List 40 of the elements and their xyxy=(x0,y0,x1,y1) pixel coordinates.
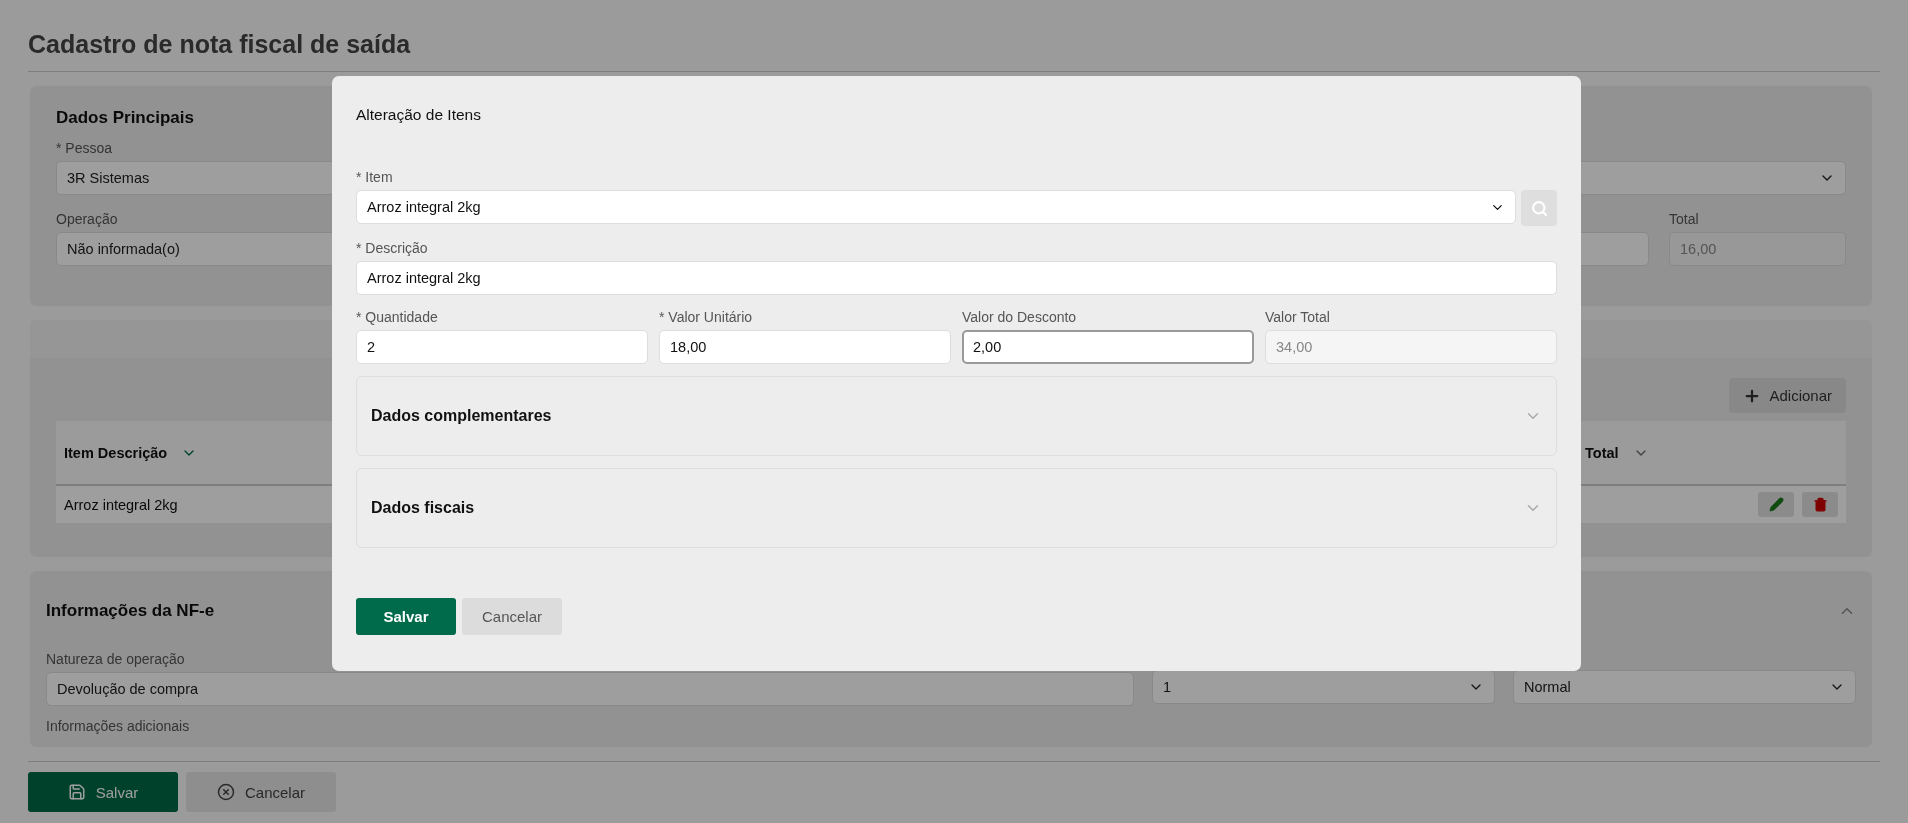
close-icon xyxy=(217,783,235,801)
page-title: Cadastro de nota fiscal de saída xyxy=(28,0,1880,72)
field-label: * Descrição xyxy=(356,240,429,256)
save-button[interactable]: Salvar xyxy=(356,598,456,635)
input-field[interactable]: 18,00 xyxy=(659,330,951,364)
edit-button[interactable] xyxy=(1758,492,1794,517)
input-field[interactable]: 2,00 xyxy=(962,330,1254,364)
field-label: * Valor Unitário xyxy=(659,309,754,325)
save-button[interactable]: Salvar xyxy=(28,772,178,812)
trash-icon xyxy=(1812,497,1828,512)
cancel-button[interactable]: Cancelar xyxy=(186,772,336,812)
field-label: Informações adicionais xyxy=(46,718,191,734)
field-label: Valor do Desconto xyxy=(962,309,1078,325)
save-icon xyxy=(67,783,86,801)
select-field[interactable]: Normal xyxy=(1513,670,1856,704)
pencil-icon xyxy=(1768,497,1784,512)
section-title: Informações da NF-e xyxy=(46,601,215,621)
table-cell: Arroz integral 2kg xyxy=(64,496,178,513)
field-label: * Item xyxy=(356,169,394,185)
select-field[interactable]: 1 xyxy=(1152,670,1495,704)
accordion-header[interactable]: Dados fiscais xyxy=(356,468,1557,548)
select-field[interactable]: Arroz integral 2kg xyxy=(356,190,1516,224)
input-field[interactable]: Devolução de compra xyxy=(46,672,1134,706)
input-field[interactable]: 2 xyxy=(356,330,648,364)
field-label: Total xyxy=(1669,211,1700,227)
accordion-header[interactable]: Dados complementares xyxy=(356,376,1557,456)
column-header[interactable]: Item Descrição xyxy=(64,444,168,461)
delete-button[interactable] xyxy=(1802,492,1838,517)
dialog-title: Alteração de Itens xyxy=(356,105,482,125)
section-title: Dados Principais xyxy=(56,108,194,128)
column-header[interactable]: Total xyxy=(1585,444,1619,461)
input-field[interactable]: Arroz integral 2kg xyxy=(356,261,1557,295)
field-label: Natureza de operação xyxy=(46,651,186,667)
field-label: * Pessoa xyxy=(56,140,114,156)
field-label: * Quantidade xyxy=(356,309,439,325)
search-icon xyxy=(1530,199,1548,217)
field-label: Operação xyxy=(56,211,119,227)
cancel-button[interactable]: Cancelar xyxy=(462,598,562,635)
field-label: Valor Total xyxy=(1265,309,1331,325)
add-button[interactable]: Adicionar xyxy=(1729,378,1846,413)
